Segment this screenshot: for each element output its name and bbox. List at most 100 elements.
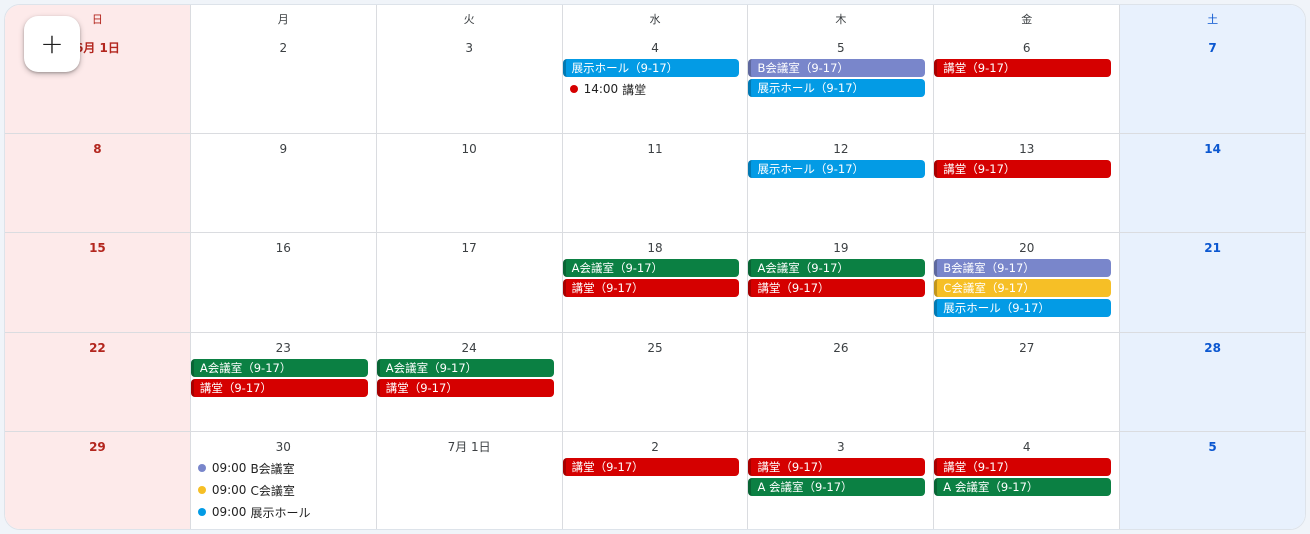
- timed-event[interactable]: 09:00 展示ホール: [191, 502, 368, 522]
- day-number[interactable]: 4: [563, 39, 748, 59]
- day-cell[interactable]: 5 B会議室（9-17） 展示ホール（9-17）: [748, 33, 935, 133]
- day-number[interactable]: 13: [934, 140, 1119, 160]
- event-chip[interactable]: C会議室（9-17）: [934, 279, 1112, 298]
- day-number[interactable]: 7: [1120, 39, 1305, 59]
- event-chip[interactable]: 講堂（9-17）: [562, 279, 740, 298]
- event-chip[interactable]: A会議室（9-17）: [562, 259, 740, 278]
- day-cell[interactable]: 16: [191, 233, 377, 332]
- day-number[interactable]: 21: [1120, 239, 1305, 259]
- event-chip[interactable]: 講堂（9-17）: [934, 159, 1112, 178]
- day-cell[interactable]: 8: [5, 133, 191, 233]
- day-cell[interactable]: 6 講堂（9-17）: [934, 33, 1121, 133]
- day-number[interactable]: 8: [5, 140, 190, 160]
- day-number[interactable]: 29: [5, 438, 190, 458]
- day-number[interactable]: 7月 1日: [377, 438, 562, 458]
- day-cell[interactable]: 24 A会議室（9-17） 講堂（9-17）: [376, 332, 563, 432]
- day-cell[interactable]: 10: [377, 133, 563, 233]
- day-number[interactable]: 30: [191, 438, 376, 458]
- day-cell[interactable]: 5: [1120, 432, 1305, 529]
- day-number[interactable]: 27: [934, 339, 1119, 359]
- event-chip[interactable]: B会議室（9-17）: [934, 259, 1112, 278]
- day-number[interactable]: 18: [563, 239, 748, 259]
- day-cell[interactable]: 23 A会議室（9-17） 講堂（9-17）: [190, 332, 377, 432]
- day-cell[interactable]: 14: [1120, 133, 1305, 233]
- event-chip[interactable]: 講堂（9-17）: [748, 458, 926, 477]
- day-cell[interactable]: 7月 1日: [377, 432, 563, 529]
- day-cell[interactable]: 22: [5, 332, 191, 432]
- day-cell[interactable]: 9: [191, 133, 377, 233]
- day-cell[interactable]: 2: [191, 33, 377, 133]
- day-cell[interactable]: 15: [5, 233, 191, 332]
- day-number[interactable]: 5: [1120, 438, 1305, 458]
- event-chip[interactable]: 展示ホール（9-17）: [748, 79, 926, 97]
- event-chip[interactable]: B会議室（9-17）: [748, 59, 926, 77]
- event-chip[interactable]: A会議室（9-17）: [190, 358, 368, 377]
- day-number[interactable]: 28: [1120, 339, 1305, 359]
- timed-event[interactable]: 09:00 B会議室: [191, 458, 368, 478]
- day-number[interactable]: 2: [563, 438, 748, 458]
- event-chip[interactable]: 講堂（9-17）: [934, 458, 1112, 477]
- day-number[interactable]: 4: [934, 438, 1119, 458]
- day-cell[interactable]: 30 09:00 B会議室 09:00 C会議室 09:00 展示ホール: [191, 432, 377, 529]
- day-number[interactable]: 23: [191, 339, 376, 359]
- day-cell[interactable]: 21: [1120, 233, 1305, 332]
- event-chip[interactable]: 展示ホール（9-17）: [748, 159, 926, 178]
- event-title: 展示ホール: [250, 505, 311, 520]
- day-cell[interactable]: 29: [5, 432, 191, 529]
- day-cell[interactable]: 11: [563, 133, 749, 233]
- day-number[interactable]: 11: [563, 140, 748, 160]
- day-number[interactable]: 24: [377, 339, 562, 359]
- event-title: C会議室: [250, 483, 295, 498]
- day-number[interactable]: 22: [5, 339, 190, 359]
- event-chip[interactable]: 講堂（9-17）: [934, 59, 1112, 77]
- event-chip[interactable]: 展示ホール（9-17）: [934, 299, 1112, 318]
- day-number[interactable]: 14: [1120, 140, 1305, 160]
- event-time: 14:00: [583, 82, 619, 96]
- day-number[interactable]: 15: [5, 239, 190, 259]
- day-cell[interactable]: 17: [377, 233, 563, 332]
- event-chip[interactable]: A会議室（9-17）: [748, 259, 926, 278]
- day-number[interactable]: 9: [191, 140, 376, 160]
- day-cell[interactable]: 28: [1120, 332, 1305, 432]
- day-number[interactable]: 16: [191, 239, 376, 259]
- day-cell[interactable]: 2 講堂（9-17）: [562, 432, 749, 529]
- day-cell[interactable]: 13 講堂（9-17）: [934, 133, 1121, 233]
- day-number[interactable]: 25: [563, 339, 748, 359]
- event-chip[interactable]: 講堂（9-17）: [748, 279, 926, 298]
- day-cell[interactable]: 27: [934, 332, 1121, 432]
- event-chip[interactable]: A 会議室（9-17）: [748, 478, 926, 497]
- event-chip[interactable]: 講堂（9-17）: [190, 378, 368, 397]
- day-cell[interactable]: 4 展示ホール（9-17） 14:00 講堂: [562, 33, 749, 133]
- day-cell[interactable]: 3: [377, 33, 563, 133]
- day-number[interactable]: 5: [748, 39, 933, 59]
- day-events: A会議室（9-17） 講堂（9-17）: [748, 259, 933, 298]
- day-number[interactable]: 3: [748, 438, 933, 458]
- day-number[interactable]: 17: [377, 239, 562, 259]
- day-cell[interactable]: 7: [1120, 33, 1305, 133]
- day-number[interactable]: 10: [377, 140, 562, 160]
- event-chip[interactable]: 講堂（9-17）: [562, 458, 740, 477]
- day-events: 講堂（9-17） A 会議室（9-17）: [748, 458, 933, 497]
- day-number[interactable]: 12: [748, 140, 933, 160]
- timed-event[interactable]: 14:00 講堂: [563, 79, 740, 99]
- day-number[interactable]: 19: [748, 239, 933, 259]
- event-chip[interactable]: 展示ホール（9-17）: [562, 59, 740, 77]
- day-number[interactable]: 20: [934, 239, 1119, 259]
- day-cell[interactable]: 12 展示ホール（9-17）: [748, 133, 935, 233]
- day-number[interactable]: 26: [748, 339, 933, 359]
- event-chip[interactable]: A 会議室（9-17）: [934, 478, 1112, 497]
- day-number[interactable]: 6: [934, 39, 1119, 59]
- day-cell[interactable]: 4 講堂（9-17） A 会議室（9-17）: [934, 432, 1121, 529]
- day-number[interactable]: 2: [191, 39, 376, 59]
- day-cell[interactable]: 18 A会議室（9-17） 講堂（9-17）: [562, 233, 749, 332]
- day-number[interactable]: 3: [377, 39, 562, 59]
- day-cell[interactable]: 19 A会議室（9-17） 講堂（9-17）: [748, 233, 935, 332]
- timed-event[interactable]: 09:00 C会議室: [191, 480, 368, 500]
- day-cell[interactable]: 3 講堂（9-17） A 会議室（9-17）: [748, 432, 935, 529]
- day-cell[interactable]: 25: [563, 332, 749, 432]
- create-event-button[interactable]: +: [24, 16, 80, 72]
- day-cell[interactable]: 20 B会議室（9-17） C会議室（9-17） 展示ホール（9-17）: [934, 233, 1121, 332]
- event-chip[interactable]: A会議室（9-17）: [376, 358, 554, 377]
- day-cell[interactable]: 26: [748, 332, 935, 432]
- event-chip[interactable]: 講堂（9-17）: [376, 378, 554, 397]
